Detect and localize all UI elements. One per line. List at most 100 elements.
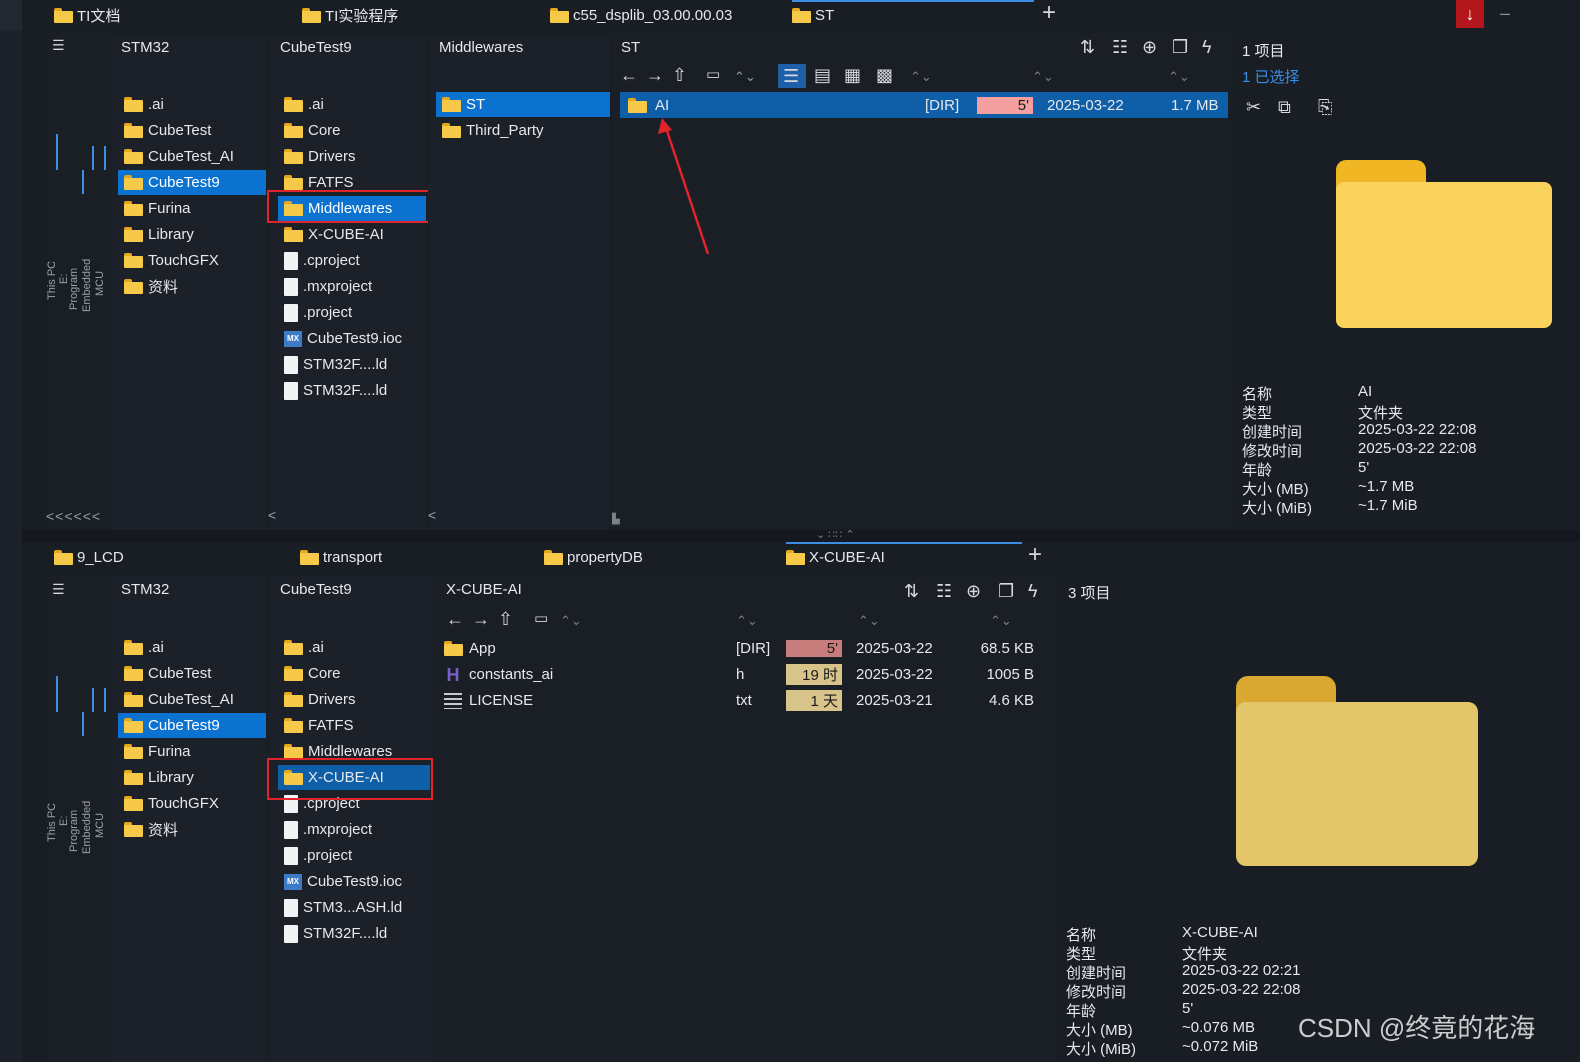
list-item[interactable]: MX CubeTest9.ioc — [278, 869, 402, 894]
top-tab-1[interactable]: TI实验程序 — [302, 0, 398, 30]
sort-icon[interactable]: ⇅ — [904, 582, 919, 600]
list-item[interactable]: Core — [278, 118, 341, 143]
list-item-selected[interactable]: CubeTest9 — [118, 713, 266, 738]
clipboard-icon[interactable]: ❐ — [1172, 38, 1188, 56]
tree-label[interactable]: MCU — [94, 271, 106, 296]
tree-label[interactable]: Embedded — [81, 801, 93, 854]
table-row[interactable]: LICENSE txt 1 天 2025-03-21 4.6 KB — [444, 688, 1044, 713]
forward-arrow-icon[interactable]: → — [646, 66, 664, 84]
download-icon[interactable]: ↓ — [1456, 0, 1484, 28]
minimize-icon[interactable]: – — [1500, 4, 1510, 22]
window-icon[interactable] — [0, 0, 22, 30]
view-compact-icon[interactable]: ▤ — [814, 66, 831, 84]
view-details-button[interactable]: ☰ — [778, 64, 806, 88]
tree-label[interactable]: Program — [68, 810, 80, 852]
lightning-icon[interactable]: ϟ — [1202, 38, 1212, 56]
add-circle-icon[interactable]: ⊕ — [966, 582, 981, 600]
bottom-tab-1[interactable]: transport — [300, 542, 382, 572]
list-item[interactable]: Core — [278, 661, 341, 686]
list-item[interactable]: Furina — [118, 196, 191, 221]
view-grid-icon[interactable]: ▩ — [876, 66, 893, 84]
list-item[interactable]: .mxproject — [278, 817, 372, 842]
forward-arrow-icon[interactable]: → — [472, 610, 490, 628]
list-item-selected[interactable]: CubeTest9 — [118, 170, 266, 195]
chevron-left-icon[interactable]: < — [428, 506, 436, 524]
box-icon[interactable]: ▭ — [706, 66, 720, 84]
list-item[interactable]: CubeTest_AI — [118, 687, 234, 712]
lightning-icon[interactable]: ϟ — [1028, 582, 1038, 600]
tree-label[interactable]: MCU — [94, 813, 106, 838]
list-item[interactable]: .ai — [118, 635, 164, 660]
list-item[interactable]: STM32F....ld — [278, 352, 387, 377]
tree-label[interactable]: Embedded — [81, 259, 93, 312]
list-item[interactable]: .mxproject — [278, 274, 372, 299]
sort-chevrons-icon[interactable]: ⌃⌄ — [990, 612, 1012, 630]
box-icon[interactable]: ▭ — [534, 610, 548, 628]
list-item[interactable]: Third_Party — [436, 118, 544, 143]
list-item[interactable]: .cproject — [278, 248, 360, 273]
table-row[interactable]: H constants_ai h 19 时 2025-03-22 1005 B — [444, 662, 1044, 687]
sort-chevrons-icon[interactable]: ⌃⌄ — [734, 68, 756, 86]
list-item[interactable]: Drivers — [278, 144, 356, 169]
sort-chevrons-icon[interactable]: ⌃⌄ — [1168, 68, 1190, 86]
tree-label[interactable]: This PC — [46, 261, 58, 300]
sort-chevrons-icon[interactable]: ⌃⌄ — [560, 612, 582, 630]
list-item[interactable]: .ai — [278, 92, 324, 117]
list-item-selected[interactable]: ST — [436, 92, 610, 117]
bottom-tab-2[interactable]: propertyDB — [544, 542, 643, 572]
new-tab-plus-icon[interactable]: + — [1042, 1, 1056, 25]
sort-chevrons-icon[interactable]: ⌃⌄ — [736, 612, 758, 630]
list-item[interactable]: Library — [118, 765, 194, 790]
sort-icon[interactable]: ⇅ — [1080, 38, 1095, 56]
list-item[interactable]: X-CUBE-AI — [278, 222, 384, 247]
list-item[interactable]: .project — [278, 300, 352, 325]
tree-chevrons[interactable]: <<<<<< — [46, 508, 101, 524]
up-arrow-icon[interactable]: ⇧ — [672, 66, 687, 84]
list-item[interactable]: Library — [118, 222, 194, 247]
resize-grip-icon[interactable]: ▙ — [612, 514, 620, 525]
cut-icon[interactable]: ✂ — [1246, 98, 1261, 116]
sort-chevrons-icon[interactable]: ⌃⌄ — [1032, 68, 1054, 86]
list-item[interactable]: FATFS — [278, 713, 354, 738]
sort-chevrons-icon[interactable]: ⌃⌄ — [910, 68, 932, 86]
bottom-tab-3[interactable]: X-CUBE-AI — [786, 542, 1022, 572]
up-arrow-icon[interactable]: ⇧ — [498, 610, 513, 628]
top-tab-3[interactable]: ST — [792, 0, 1034, 30]
list-item[interactable]: .project — [278, 843, 352, 868]
tree-label[interactable]: This PC — [46, 803, 58, 842]
tree-label[interactable]: Program — [68, 268, 80, 310]
rename-icon[interactable]: ⎘ — [1318, 98, 1332, 116]
list-item[interactable]: STM32F....ld — [278, 378, 387, 403]
bottom-tab-0[interactable]: 9_LCD — [54, 542, 124, 572]
list-item[interactable]: Drivers — [278, 687, 356, 712]
back-arrow-icon[interactable]: ← — [620, 66, 638, 84]
view-tree-icon[interactable]: ▦ — [844, 66, 861, 84]
list-item[interactable]: TouchGFX — [118, 248, 219, 273]
chevron-left-icon[interactable]: < — [268, 506, 276, 524]
table-row[interactable]: App [DIR] 5' 2025-03-22 68.5 KB — [444, 636, 1044, 661]
list-item[interactable]: Furina — [118, 739, 191, 764]
add-circle-icon[interactable]: ⊕ — [1142, 38, 1157, 56]
top-tab-2[interactable]: c55_dsplib_03.00.00.03 — [550, 0, 732, 30]
list-item[interactable]: STM3...ASH.ld — [278, 895, 402, 920]
list-item[interactable]: CubeTest — [118, 118, 211, 143]
list-item[interactable]: MX CubeTest9.ioc — [278, 326, 402, 351]
pane-splitter[interactable]: ⌄ ∷∷ ⌃ — [22, 528, 1580, 542]
list-item[interactable]: 资料 — [118, 817, 178, 842]
back-arrow-icon[interactable]: ← — [446, 610, 464, 628]
copy-icon[interactable]: ⧉ — [1278, 98, 1291, 116]
list-item[interactable]: .ai — [278, 635, 324, 660]
splitter-grip-icon[interactable]: ⌄ ∷∷ ⌃ — [816, 528, 855, 541]
new-tab-plus-icon[interactable]: + — [1028, 543, 1042, 567]
list-item[interactable]: TouchGFX — [118, 791, 219, 816]
list-item[interactable]: STM32F....ld — [278, 921, 387, 946]
top-tab-0[interactable]: TI文档 — [54, 0, 120, 30]
clipboard-icon[interactable]: ❐ — [998, 582, 1014, 600]
checklist-icon[interactable]: ☷ — [936, 582, 952, 600]
menu-icon[interactable]: ☰ — [52, 36, 65, 54]
list-item[interactable]: .ai — [118, 92, 164, 117]
list-item[interactable]: CubeTest_AI — [118, 144, 234, 169]
menu-icon[interactable]: ☰ — [52, 580, 65, 598]
list-item[interactable]: CubeTest — [118, 661, 211, 686]
list-item[interactable]: 资料 — [118, 274, 178, 299]
